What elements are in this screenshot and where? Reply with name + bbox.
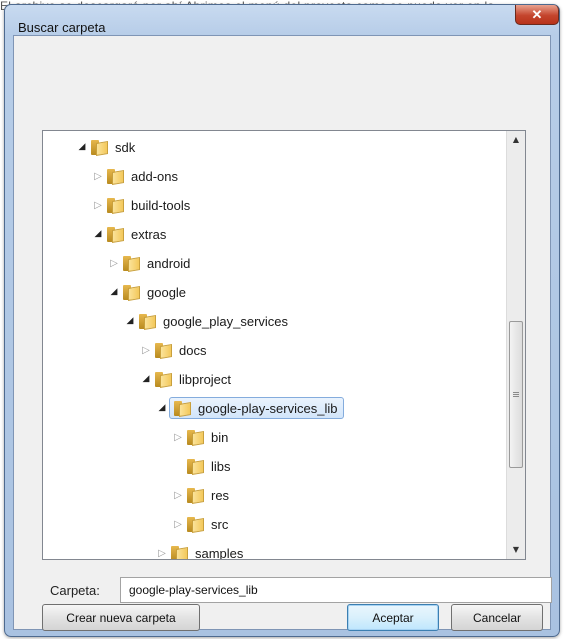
expanded-arrow-icon[interactable]: ◢ xyxy=(91,229,105,239)
scroll-up-icon[interactable]: ▲ xyxy=(507,131,525,148)
tree-item-extras[interactable]: ◢ extras xyxy=(91,221,166,247)
tree-item-label: docs xyxy=(179,342,207,358)
browse-folder-dialog: Buscar carpeta ✕ ◢ sdk ▷ add-ons ▷ build-tool… xyxy=(4,4,560,637)
tree-item-samples[interactable]: ▷ samples xyxy=(155,540,243,559)
tree-item-content: build-tools xyxy=(105,197,191,215)
tree-item-content: extras xyxy=(105,226,167,244)
tree-item-content: res xyxy=(185,487,230,505)
tree-item-libs[interactable]: libs xyxy=(171,453,231,479)
collapsed-arrow-icon[interactable]: ▷ xyxy=(107,258,121,269)
tree-item-label: libproject xyxy=(179,371,232,387)
grip-line xyxy=(513,394,519,395)
tree-item-content: bin xyxy=(185,429,229,447)
tree-item-content: add-ons xyxy=(105,168,178,186)
tree-item-content: docs xyxy=(153,342,207,360)
folder-tree[interactable]: ◢ sdk ▷ add-ons ▷ build-tools ◢ extras ▷ android ◢… xyxy=(42,130,526,560)
expanded-arrow-icon[interactable]: ◢ xyxy=(155,403,169,413)
collapsed-arrow-icon[interactable]: ▷ xyxy=(91,200,105,211)
tree-item-label: extras xyxy=(131,226,167,242)
tree-item-bin[interactable]: ▷ bin xyxy=(171,424,228,450)
tree-item-res[interactable]: ▷ res xyxy=(171,482,229,508)
collapsed-arrow-icon[interactable]: ▷ xyxy=(155,548,169,559)
tree-item-label: src xyxy=(211,516,229,532)
folder-tree-rows: ◢ sdk ▷ add-ons ▷ build-tools ◢ extras ▷ android ◢… xyxy=(43,131,506,559)
tree-item-docs[interactable]: ▷ docs xyxy=(139,337,206,363)
collapsed-arrow-icon[interactable]: ▷ xyxy=(171,490,185,501)
folder-icon xyxy=(171,545,189,559)
folder-icon xyxy=(155,342,173,360)
tree-item-label: android xyxy=(147,255,191,271)
tree-item-android[interactable]: ▷ android xyxy=(107,250,190,276)
grip-line xyxy=(513,396,519,397)
tree-item-label: build-tools xyxy=(131,197,191,213)
close-icon: ✕ xyxy=(531,6,543,22)
tree-item-label: google_play_services xyxy=(163,313,289,329)
tree-item-content: android xyxy=(121,255,191,273)
expanded-arrow-icon[interactable]: ◢ xyxy=(107,287,121,297)
new-folder-button[interactable]: Crear nueva carpeta xyxy=(42,604,200,631)
folder-icon xyxy=(139,313,157,331)
folder-icon xyxy=(187,487,205,505)
tree-item-sdk[interactable]: ◢ sdk xyxy=(75,134,135,160)
tree-item-google[interactable]: ◢ google xyxy=(107,279,186,305)
folder-icon xyxy=(187,429,205,447)
dialog-body: ◢ sdk ▷ add-ons ▷ build-tools ◢ extras ▷ android ◢… xyxy=(13,35,552,631)
tree-item-google-play-services-lib[interactable]: ◢ google-play-services_lib xyxy=(155,395,345,421)
collapsed-arrow-icon[interactable]: ▷ xyxy=(139,345,153,356)
tree-item-label: res xyxy=(211,487,230,503)
accept-button[interactable]: Aceptar xyxy=(347,604,439,631)
folder-icon xyxy=(123,255,141,273)
expanded-arrow-icon[interactable]: ◢ xyxy=(75,142,89,152)
tree-item-content: src xyxy=(185,516,229,534)
scroll-down-icon[interactable]: ▼ xyxy=(507,541,525,558)
tree-item-content: google xyxy=(121,284,187,302)
tree-item-label: add-ons xyxy=(131,168,178,184)
tree-item-label: sdk xyxy=(115,139,136,155)
tree-item-label: bin xyxy=(211,429,229,445)
folder-icon xyxy=(155,371,173,389)
collapsed-arrow-icon[interactable]: ▷ xyxy=(171,432,185,443)
folder-name-input[interactable]: google-play-services_lib xyxy=(120,577,552,603)
collapsed-arrow-icon[interactable]: ▷ xyxy=(171,519,185,530)
folder-icon xyxy=(187,458,205,476)
folder-icon xyxy=(174,400,192,418)
folder-icon xyxy=(107,168,125,186)
tree-item-libproject[interactable]: ◢ libproject xyxy=(139,366,231,392)
folder-icon xyxy=(91,139,109,157)
grip-line xyxy=(513,392,519,393)
dialog-title: Buscar carpeta xyxy=(18,20,106,35)
tree-item-label: google-play-services_lib xyxy=(198,400,338,416)
expanded-arrow-icon[interactable]: ◢ xyxy=(123,316,137,326)
tree-item-label: libs xyxy=(211,458,231,474)
tree-item-add-ons[interactable]: ▷ add-ons xyxy=(91,163,178,189)
vertical-scrollbar[interactable]: ▲ ▼ xyxy=(506,131,525,559)
cancel-button[interactable]: Cancelar xyxy=(451,604,543,631)
tree-item-src[interactable]: ▷ src xyxy=(171,511,228,537)
tree-item-content: libs xyxy=(185,458,231,476)
expanded-arrow-icon[interactable]: ◢ xyxy=(139,374,153,384)
collapsed-arrow-icon[interactable]: ▷ xyxy=(91,171,105,182)
tree-item-content: google_play_services xyxy=(137,313,289,331)
tree-item-label: samples xyxy=(195,545,244,560)
selected-highlight: google-play-services_lib xyxy=(169,397,345,419)
folder-icon xyxy=(123,284,141,302)
folder-icon xyxy=(187,516,205,534)
folder-icon xyxy=(107,197,125,215)
scroll-thumb[interactable] xyxy=(509,321,523,468)
tree-item-google-play-services[interactable]: ◢ google_play_services xyxy=(123,308,288,334)
folder-field-label: Carpeta: xyxy=(50,583,100,598)
folder-icon xyxy=(107,226,125,244)
close-button[interactable]: ✕ xyxy=(515,5,559,25)
tree-item-label: google xyxy=(147,284,187,300)
tree-item-content: sdk xyxy=(89,139,136,157)
tree-item-content: samples xyxy=(169,545,243,559)
tree-item-build-tools[interactable]: ▷ build-tools xyxy=(91,192,190,218)
tree-item-content: libproject xyxy=(153,371,232,389)
